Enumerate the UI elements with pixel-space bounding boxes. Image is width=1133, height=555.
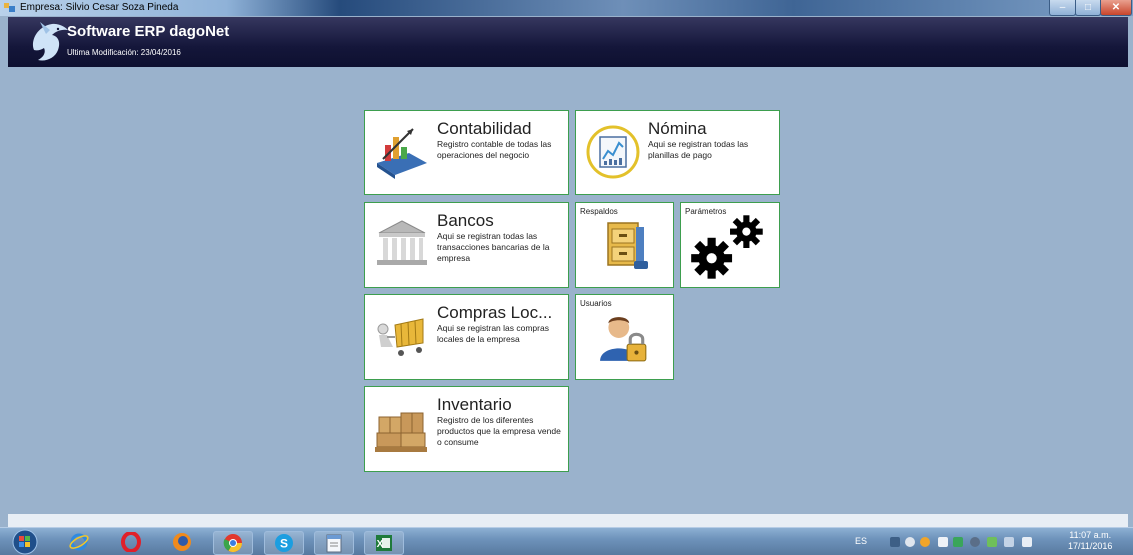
user-lock-icon [600, 317, 647, 362]
tile-title: Bancos [437, 211, 494, 230]
clock-date: 17/11/2016 [1068, 541, 1113, 551]
accounting-chart-icon [377, 128, 427, 179]
opera-icon [121, 532, 141, 552]
tile-description: Aqui se registran todas las planillas de… [648, 139, 749, 160]
chrome-icon [223, 534, 242, 553]
tile-description: Registro de los diferentes productos que… [437, 415, 561, 447]
tile-title: Respaldos [580, 207, 618, 216]
tray-network-icon[interactable] [890, 537, 900, 547]
dolphin-icon [32, 22, 68, 61]
tile-title: Compras Loc... [437, 303, 553, 322]
tile-inventario[interactable]: Inventario Registro de los diferentes pr… [364, 386, 569, 472]
tile-description: Aqui se registran todas las transaccione… [437, 231, 550, 263]
clock[interactable]: 11:07 a.m. 17/11/2016 [1068, 530, 1112, 552]
taskbar-firefox[interactable] [163, 531, 201, 553]
tile-title: Usuarios [580, 299, 612, 308]
maximize-icon: □ [1084, 2, 1092, 13]
window-title-bar[interactable]: Empresa: Silvio Cesar Soza Pineda [0, 0, 1133, 16]
taskbar-internet-explorer[interactable] [60, 531, 98, 553]
app-header: Software ERP dagoNet Ultima Modificación… [8, 17, 1128, 67]
tray-security-icon[interactable] [970, 537, 980, 547]
taskbar: S X ES 11:07 a.m. 17/11/2016 [0, 527, 1133, 555]
clock-time: 11:07 a.m. [1069, 530, 1112, 540]
svg-text:S: S [280, 537, 288, 551]
app-title: Software ERP dagoNet [67, 23, 230, 40]
minimize-button[interactable]: – [1049, 0, 1076, 16]
skype-icon: S [275, 534, 293, 552]
maximize-button[interactable]: □ [1075, 0, 1101, 16]
tray-display-icon[interactable] [1004, 537, 1014, 547]
close-icon: ✕ [1111, 2, 1121, 13]
notepad-app-icon [326, 534, 342, 553]
window-title: Empresa: Silvio Cesar Soza Pineda [20, 2, 179, 13]
svg-text:X: X [377, 539, 384, 550]
taskbar-excel[interactable]: X [364, 531, 404, 555]
shopping-cart-icon [377, 318, 424, 356]
internet-explorer-icon [69, 533, 89, 551]
tray-app-icon[interactable] [920, 537, 930, 547]
taskbar-chrome[interactable] [213, 531, 253, 555]
minimize-icon: – [1059, 2, 1066, 13]
tile-respaldos[interactable]: Respaldos [575, 202, 674, 288]
payroll-document-icon [586, 125, 640, 179]
firefox-icon [173, 533, 191, 551]
gears-icon [691, 215, 763, 279]
excel-app-icon: X [376, 535, 392, 551]
taskbar-skype[interactable]: S [264, 531, 304, 555]
tile-compras-locales[interactable]: Compras Loc... Aqui se registran las com… [364, 294, 569, 380]
tile-title: Inventario [437, 395, 512, 414]
bank-building-icon [377, 220, 427, 265]
tile-nomina[interactable]: Nómina Aqui se registran todas las plani… [575, 110, 780, 195]
system-tray: ES 11:07 a.m. 17/11/2016 [820, 528, 1133, 555]
app-window-icon [4, 3, 15, 12]
language-indicator[interactable]: ES [855, 536, 867, 546]
tile-parametros[interactable]: Parámetros [680, 202, 780, 288]
tile-bancos[interactable]: Bancos Aqui se registran todas las trans… [364, 202, 569, 288]
start-orb-icon[interactable] [12, 529, 38, 555]
tray-update-icon[interactable] [987, 537, 997, 547]
last-modified-label: Ultima Modificación: 23/04/2016 [67, 48, 181, 57]
tile-title: Contabilidad [437, 119, 532, 138]
tray-speaker-icon[interactable] [1022, 537, 1032, 547]
tile-description: Registro contable de todas las operacion… [437, 139, 552, 160]
tile-contabilidad[interactable]: Contabilidad Registro contable de todas … [364, 110, 569, 195]
tile-description: Aqui se registran las compras locales de… [437, 323, 549, 344]
tray-volume-icon[interactable] [905, 537, 915, 547]
status-strip [8, 514, 1128, 527]
archive-cabinet-icon [607, 222, 648, 269]
close-button[interactable]: ✕ [1100, 0, 1132, 16]
tile-usuarios[interactable]: Usuarios [575, 294, 674, 380]
tray-sync-icon[interactable] [953, 537, 963, 547]
taskbar-notepad[interactable] [314, 531, 354, 555]
taskbar-opera[interactable] [112, 531, 150, 553]
tray-flag-icon[interactable] [938, 537, 948, 547]
tile-title: Nómina [648, 119, 707, 138]
boxes-pallet-icon [375, 412, 427, 452]
